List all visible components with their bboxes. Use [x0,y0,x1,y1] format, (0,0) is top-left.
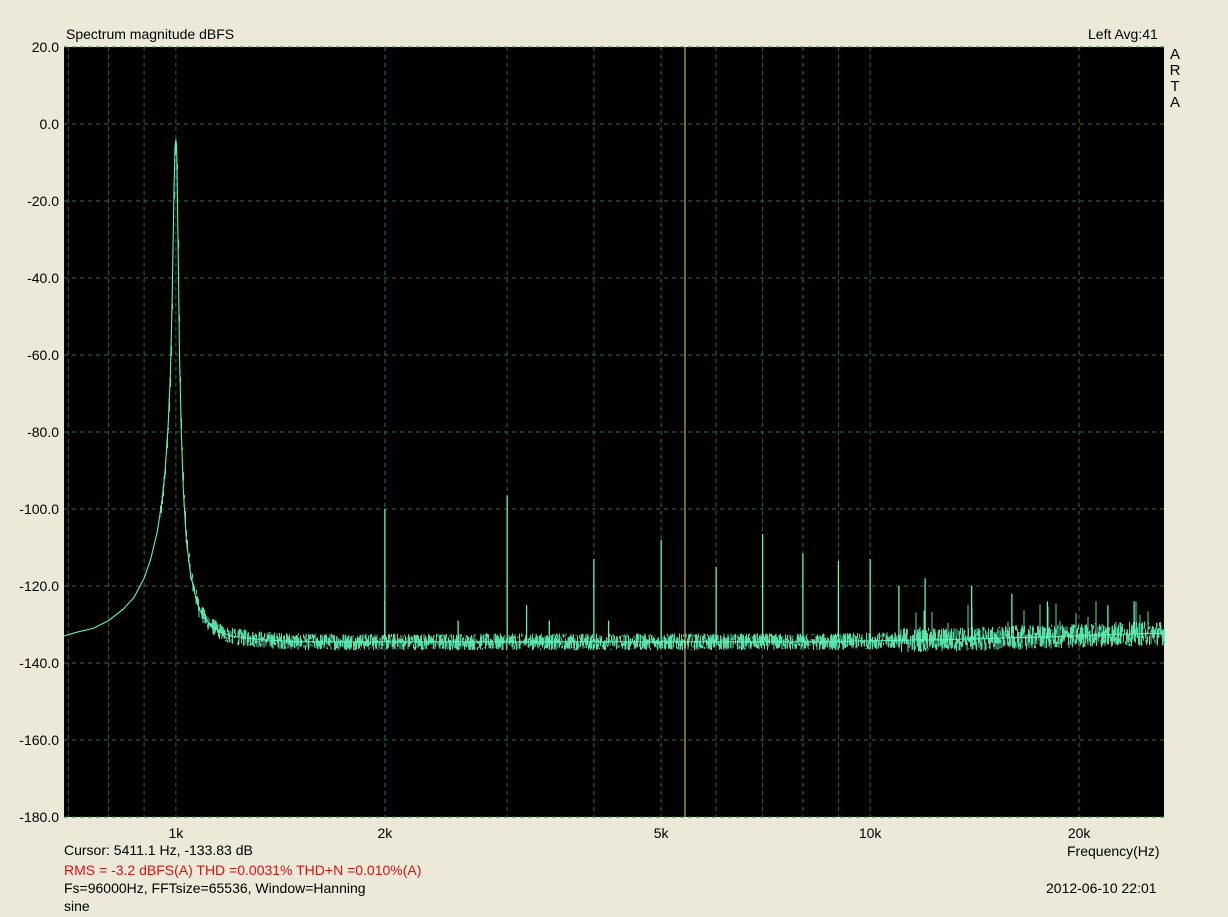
x-tick-label: 10k [859,825,883,841]
measurement-stats: RMS = -3.2 dBFS(A) THD =0.0031% THD+N =0… [64,862,422,878]
timestamp: 2012-06-10 22:01 [1046,880,1157,896]
cursor-readout: Cursor: 5411.1 Hz, -133.83 dB [64,842,253,858]
signal-note: sine [64,898,90,914]
y-tick-label: -40.0 [27,270,59,286]
x-tick-label: 2k [377,825,393,841]
x-tick-labels: 1k 2k 5k 10k 20k [168,825,1091,841]
x-tick-label: 20k [1068,825,1092,841]
y-tick-label: -80.0 [27,424,59,440]
y-tick-label: -20.0 [27,193,59,209]
y-tick-label: -140.0 [19,655,59,671]
y-tick-label: -100.0 [19,501,59,517]
y-tick-label: 20.0 [32,39,59,55]
x-tick-label: 5k [654,825,670,841]
y-tick-label: 0.0 [40,116,60,132]
x-tick-label: 1k [168,825,184,841]
x-axis-label: Frequency(Hz) [1067,843,1160,859]
y-tick-label: -120.0 [19,578,59,594]
y-tick-label: -180.0 [19,809,59,825]
plot-area[interactable] [64,47,1164,817]
y-tick-label: -160.0 [19,732,59,748]
fft-settings: Fs=96000Hz, FFTsize=65536, Window=Hannin… [64,880,366,896]
spectrum-chart[interactable]: 20.0 0.0 -20.0 -40.0 -60.0 -80.0 -100.0 -120.0 -… [0,0,1228,917]
y-tick-labels: 20.0 0.0 -20.0 -40.0 -60.0 -80.0 -100.0 -120.0 -… [19,39,59,825]
y-tick-label: -60.0 [27,347,59,363]
